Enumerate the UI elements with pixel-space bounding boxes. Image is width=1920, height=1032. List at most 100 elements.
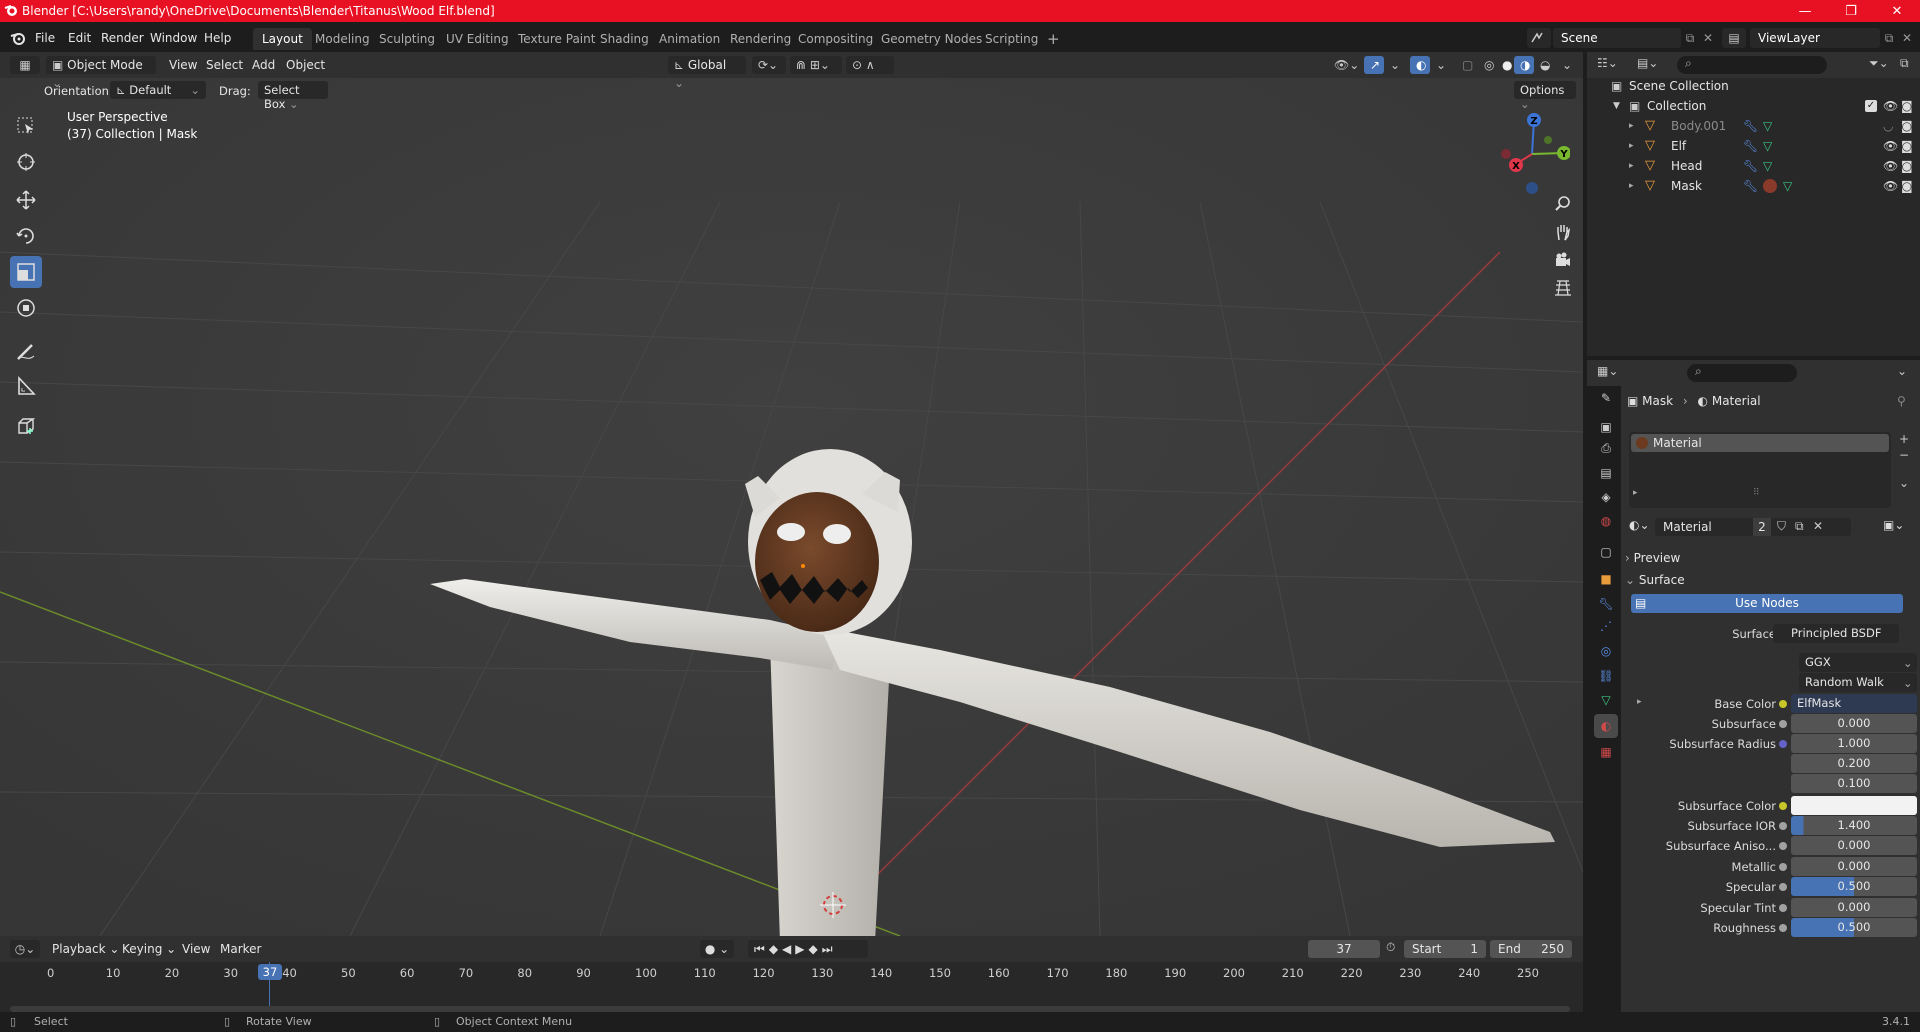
select-box-tool-icon[interactable] xyxy=(10,110,42,142)
play-reverse-icon[interactable]: ◀ xyxy=(782,942,795,956)
modifier-wrench-icon[interactable]: 🔧︎ xyxy=(1743,176,1758,196)
base-color-texture-field[interactable]: ElfMask xyxy=(1791,694,1917,713)
use-nodes-button[interactable]: ▤ Use Nodes xyxy=(1631,594,1903,613)
drag-dropdown[interactable]: Select Box ⌄ xyxy=(258,81,328,111)
collapse-arrow-icon[interactable]: ▼ xyxy=(1613,96,1620,116)
property-value-field[interactable]: 0.200 xyxy=(1791,754,1917,773)
minimize-button[interactable]: — xyxy=(1782,0,1828,22)
object-name[interactable]: Mask xyxy=(1671,176,1702,196)
visibility-eye-icon[interactable]: 👁 xyxy=(1883,96,1898,116)
new-viewlayer-icon[interactable]: ⧉ xyxy=(1880,28,1898,48)
tab-scripting[interactable]: Scripting xyxy=(976,28,1047,50)
output-tab-icon[interactable]: ⎙ xyxy=(1594,436,1618,460)
properties-options-icon[interactable]: ⌄ xyxy=(1897,364,1907,378)
keying-menu[interactable]: Keying ⌄ xyxy=(122,942,176,956)
measure-tool-icon[interactable] xyxy=(10,370,42,402)
material-slot-list[interactable]: Material ▸ ⠿ xyxy=(1629,432,1891,508)
move-tool-icon[interactable] xyxy=(10,184,42,216)
material-users-count[interactable]: 2 xyxy=(1753,518,1771,536)
pan-hand-icon[interactable] xyxy=(1549,218,1577,246)
expand-arrow-icon[interactable]: ▸ xyxy=(1629,176,1634,196)
tab-geometry-nodes[interactable]: Geometry Nodes xyxy=(872,28,991,50)
physics-tab-icon[interactable]: ◎ xyxy=(1594,639,1618,663)
start-frame-field[interactable]: Start 1 xyxy=(1404,940,1486,958)
link-data-icon[interactable]: ▣⌄ xyxy=(1883,518,1904,532)
playback-menu[interactable]: Playback ⌄ xyxy=(52,942,119,956)
stopwatch-icon[interactable]: ⏱ xyxy=(1386,940,1395,955)
outliner-object-row[interactable]: ▸ ▽ Elf 🔧︎ ▽ 👁 ◙ xyxy=(1587,136,1920,156)
fake-user-icon[interactable]: ⛉ xyxy=(1777,519,1786,534)
property-value-field[interactable]: 1.000 xyxy=(1791,734,1917,753)
scale-tool-icon[interactable] xyxy=(10,256,42,288)
expand-arrow-icon[interactable]: ▸ xyxy=(1629,116,1634,136)
menu-edit[interactable]: Edit xyxy=(68,31,91,45)
property-value-field[interactable]: 0.000 xyxy=(1791,898,1917,917)
viewlayer-icon[interactable]: ▤ xyxy=(1722,28,1746,48)
end-frame-field[interactable]: End 250 xyxy=(1490,940,1572,958)
transform-orientation-dropdown[interactable]: ⊾ Global ⌄ xyxy=(668,56,746,90)
expand-arrow-icon[interactable]: ▸ xyxy=(1633,488,1638,498)
transform-tool-icon[interactable] xyxy=(10,292,42,324)
viewlayer-field[interactable]: ViewLayer xyxy=(1750,28,1880,48)
texture-tab-icon[interactable]: ▦ xyxy=(1594,740,1618,764)
visibility-eye-icon[interactable]: 👁 xyxy=(1883,176,1898,196)
particles-tab-icon[interactable]: ⋰ xyxy=(1594,614,1618,638)
tab-modeling[interactable]: Modeling xyxy=(306,28,379,50)
base-color-expand-icon[interactable]: ▸ xyxy=(1637,697,1642,707)
collection-tab-icon[interactable]: ▢ xyxy=(1594,540,1618,564)
proportional-editing-icon[interactable]: ⊙ ∧ xyxy=(846,56,894,74)
close-button[interactable]: ✕ xyxy=(1874,0,1920,22)
orientation-dropdown[interactable]: ⊾ Default ⌄ xyxy=(110,81,206,99)
surface-shader-field[interactable]: Principled BSDF xyxy=(1773,624,1899,643)
zoom-icon[interactable] xyxy=(1549,190,1577,218)
tab-uv-editing[interactable]: UV Editing xyxy=(437,28,518,50)
next-keyframe-icon[interactable]: ◆ xyxy=(809,942,822,956)
data-tab-icon[interactable]: ▽ xyxy=(1594,688,1618,712)
duplicate-material-icon[interactable]: ⧉ xyxy=(1795,519,1804,534)
pivot-point-icon[interactable]: ⟳⌄ xyxy=(752,56,786,74)
visibility-eye-icon[interactable]: 👁 xyxy=(1883,136,1898,156)
blender-menu-icon[interactable] xyxy=(10,30,26,46)
menu-view[interactable]: View xyxy=(163,56,203,74)
editor-type-icon[interactable]: ▦ xyxy=(10,56,40,74)
outliner-search-input[interactable]: ⌕ xyxy=(1677,56,1827,74)
subsurface-color-swatch[interactable] xyxy=(1791,796,1917,815)
material-icon[interactable] xyxy=(1763,179,1777,193)
render-camera-icon[interactable]: ◙ xyxy=(1901,136,1913,156)
add-cube-tool-icon[interactable] xyxy=(10,410,42,442)
timeline-editor-icon[interactable]: ◷⌄ xyxy=(10,940,40,958)
mesh-data-icon[interactable]: ▽ xyxy=(1763,136,1772,156)
preview-panel-header[interactable]: › Preview xyxy=(1625,548,1915,568)
property-value-field[interactable]: 0.000 xyxy=(1791,836,1917,855)
3d-viewport[interactable]: ▦ ▣ Object Mode ⌄ View Select Add Object… xyxy=(0,52,1583,936)
collection-checkbox[interactable]: ✓ xyxy=(1865,100,1877,112)
timeline-ruler[interactable]: 0 10 20 30 40 50 60 70 80 90 100 110 120 130 140 150 160… xyxy=(0,962,1583,1016)
filter-icon[interactable]: ⏷⌄ xyxy=(1869,56,1889,71)
outliner-object-row[interactable]: ▸ ▽ Mask 🔧︎ ▽ 👁 ◙ xyxy=(1587,176,1920,196)
property-value-field[interactable]: 0.100 xyxy=(1791,774,1917,793)
scene-tab-icon[interactable]: ◈ xyxy=(1594,485,1618,509)
tab-shading[interactable]: Shading xyxy=(591,28,658,50)
menu-file[interactable]: File xyxy=(35,31,55,45)
add-slot-button[interactable]: + xyxy=(1899,432,1909,446)
remove-slot-button[interactable]: − xyxy=(1899,448,1909,462)
marker-menu[interactable]: Marker xyxy=(220,942,261,956)
jump-end-icon[interactable]: ⏭ xyxy=(822,942,837,956)
overlays-toggle-icon[interactable]: ◐ xyxy=(1410,56,1430,74)
surface-panel-header[interactable]: ⌄ Surface xyxy=(1625,570,1915,590)
tool-tab-icon[interactable]: ✎ xyxy=(1594,386,1618,410)
snap-icon[interactable]: ⋒ ⊞⌄ xyxy=(790,56,842,74)
new-scene-icon[interactable]: ⧉ xyxy=(1681,28,1699,48)
material-slot-item[interactable]: Material xyxy=(1631,434,1889,452)
gizmo-toggle-icon[interactable]: ↗ xyxy=(1364,56,1384,74)
navigation-gizmo[interactable]: Z X Y xyxy=(1490,110,1570,194)
cursor-tool-icon[interactable] xyxy=(10,146,42,178)
render-camera-icon[interactable]: ◙ xyxy=(1901,156,1913,176)
tab-layout[interactable]: Layout xyxy=(253,28,312,50)
annotate-tool-icon[interactable] xyxy=(10,335,42,367)
camera-view-icon[interactable] xyxy=(1549,246,1577,274)
gizmo-dropdown-icon[interactable]: ⌄ xyxy=(1384,56,1406,74)
jump-start-icon[interactable]: ⏮ xyxy=(754,942,769,956)
menu-help[interactable]: Help xyxy=(204,31,231,45)
browse-material-icon[interactable]: ◐⌄ xyxy=(1629,518,1655,536)
